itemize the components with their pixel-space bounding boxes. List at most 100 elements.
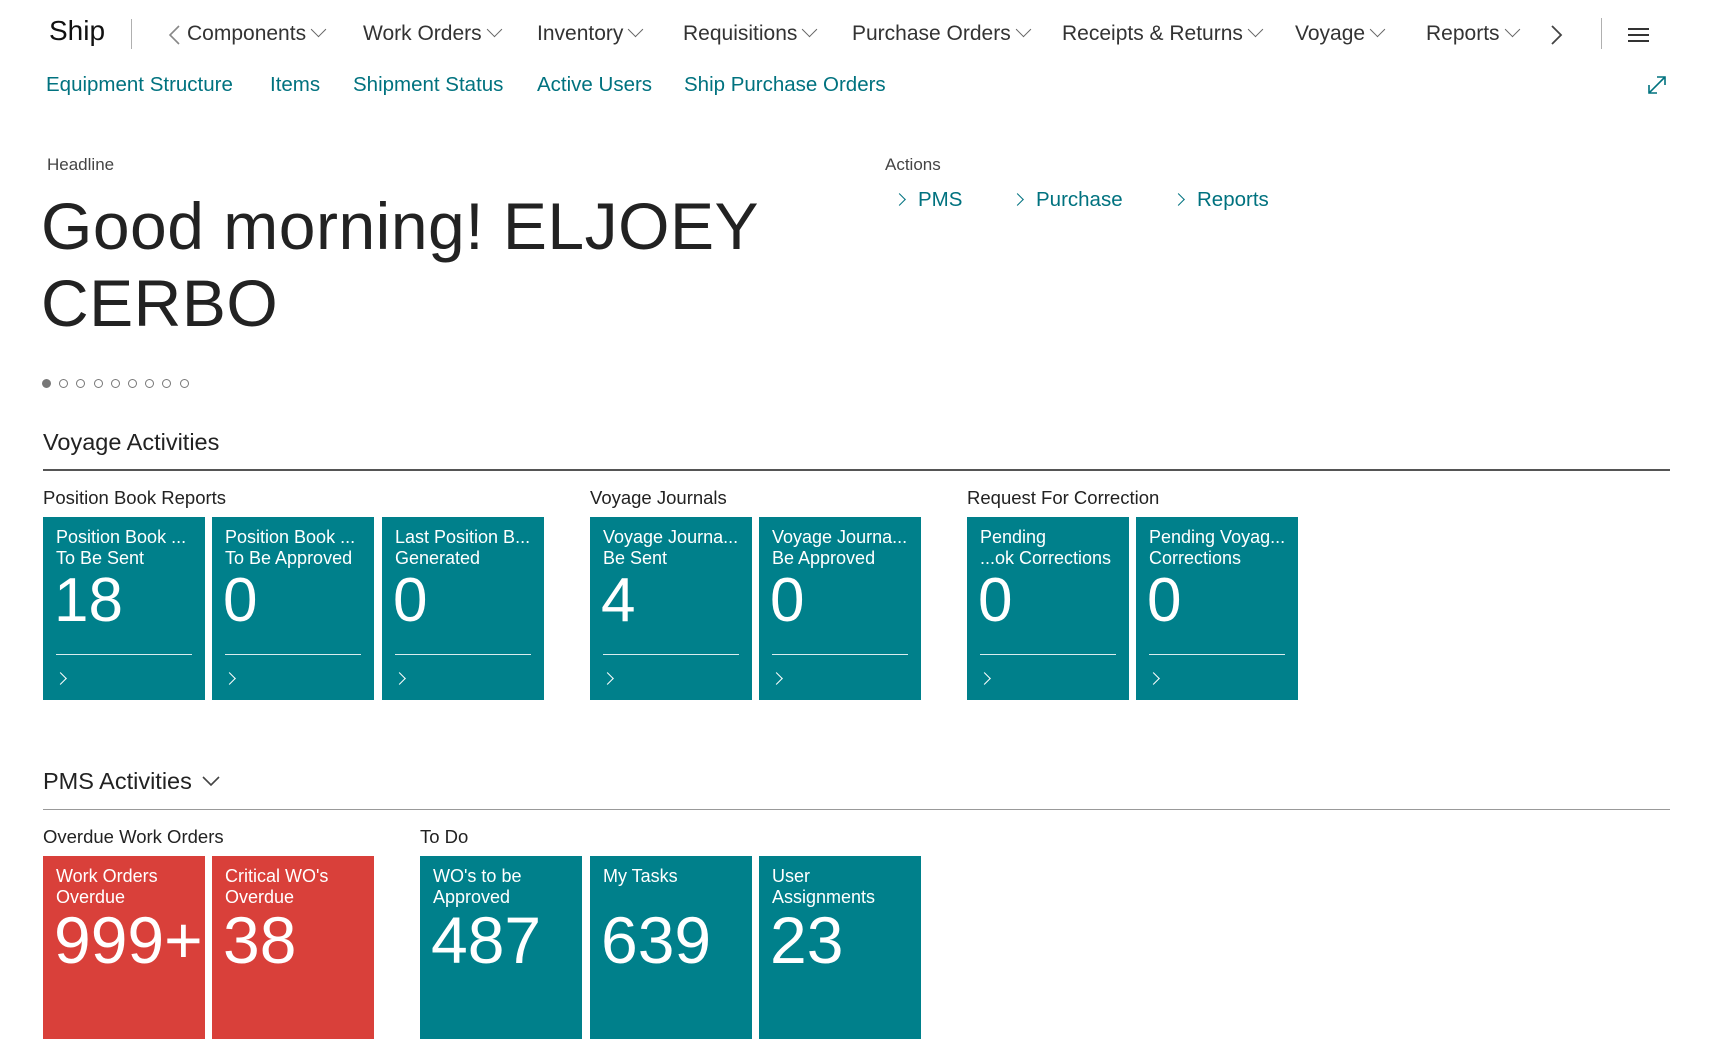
tile-label: Critical WO's Overdue [225,866,329,907]
tile-pending-position-book-corrections[interactable]: Pending ...ok Corrections 0 [967,517,1129,700]
section-divider [43,809,1670,810]
tile-value: 487 [431,903,542,977]
pager-dot[interactable] [145,379,155,388]
tile-value: 38 [223,903,297,977]
expand-icon[interactable] [1646,74,1668,96]
menu-divider [1601,18,1602,49]
actions-caption: Actions [885,155,941,174]
tile-critical-wos-overdue[interactable]: Critical WO's Overdue 38 [212,856,374,1039]
tile-voyage-journals-to-be-sent[interactable]: Voyage Journa... Be Sent 4 [590,517,752,700]
tile-value: 18 [54,566,123,635]
nav-item-voyage[interactable]: Voyage [1295,21,1386,46]
subnav-equipment-structure[interactable]: Equipment Structure [46,73,233,97]
tile-label: Pending ...ok Corrections [980,527,1112,568]
tile-label: User Assignments [772,866,876,907]
tile-work-orders-overdue[interactable]: Work Orders Overdue 999+ [43,856,205,1039]
headline-caption: Headline [47,155,115,174]
hamburger-menu-icon[interactable] [1628,28,1649,42]
pager-dot[interactable] [162,379,172,388]
tile-label: Work Orders Overdue [56,866,158,907]
subnav-active-users[interactable]: Active Users [537,73,652,97]
tile-label: Pending Voyag... Corrections [1149,527,1286,568]
tile-last-position-book-generated[interactable]: Last Position B... Generated 0 [382,517,544,700]
tile-wos-to-be-approved[interactable]: WO's to be Approved 487 [420,856,582,1039]
tile-divider [603,654,739,655]
tile-label: Voyage Journa... Be Sent [603,527,739,568]
chevron-down-icon [1504,21,1520,38]
app-title[interactable]: Ship [49,15,105,47]
nav-item-purchase-orders[interactable]: Purchase Orders [852,21,1032,46]
chevron-right-icon [1011,193,1024,206]
pager-dot[interactable] [42,379,51,388]
action-link-pms[interactable]: PMS [893,188,962,212]
tile-value: 4 [601,566,636,635]
action-link-reports[interactable]: Reports [1172,188,1269,212]
chevron-right-icon [1147,672,1160,685]
pager-dot[interactable] [76,379,86,388]
nav-item-components[interactable]: Components [187,21,327,46]
nav-item-receipts-returns[interactable]: Receipts & Returns [1062,21,1264,46]
tile-divider [56,654,192,655]
tile-value: 0 [770,566,805,635]
nav-item-reports[interactable]: Reports [1426,21,1520,46]
tile-label: Voyage Journa... Be Approved [772,527,908,568]
chevron-right-icon[interactable] [1549,24,1565,46]
tile-divider [980,654,1116,655]
chevron-right-icon [893,193,906,206]
group-title-voyage-journals: Voyage Journals [590,487,727,508]
tile-label: My Tasks [603,866,678,886]
tile-value: 0 [393,566,428,635]
group-title-position-book-reports: Position Book Reports [43,487,227,508]
subnav-ship-purchase-orders[interactable]: Ship Purchase Orders [684,73,886,97]
subnav-items[interactable]: Items [270,73,320,97]
chevron-down-icon [802,21,818,38]
tile-value: 639 [601,903,712,977]
pager-dot[interactable] [110,379,120,388]
nav-item-inventory[interactable]: Inventory [537,21,644,46]
chevron-down-icon [202,776,220,787]
tile-label: WO's to be Approved [433,866,522,907]
chevron-right-icon [978,672,991,685]
chevron-left-icon[interactable] [167,24,183,46]
pager-dot[interactable] [179,379,189,388]
chevron-right-icon [54,672,67,685]
nav-item-requisitions[interactable]: Requisitions [683,21,818,46]
tile-value: 0 [1147,566,1182,635]
tile-divider [772,654,908,655]
tile-my-tasks[interactable]: My Tasks 639 [590,856,752,1039]
action-link-purchase[interactable]: Purchase [1011,188,1123,212]
tile-user-assignments[interactable]: User Assignments 23 [759,856,921,1039]
group-title-overdue-work-orders: Overdue Work Orders [43,826,224,847]
chevron-down-icon [1247,21,1264,38]
chevron-down-icon [1015,21,1032,38]
section-title-pms-activities[interactable]: PMS Activities [43,768,221,795]
tile-label: Position Book ... To Be Approved [225,527,356,568]
tile-position-book-to-be-sent[interactable]: Position Book ... To Be Sent 18 [43,517,205,700]
tile-value: 0 [223,566,258,635]
headline-greeting: Good morning! ELJOEY CERBO [41,189,758,340]
tile-label: Last Position B... Generated [395,527,531,568]
chevron-down-icon [1369,21,1386,38]
chevron-right-icon [393,672,406,685]
top-navigation: Ship Components Work Orders Inventory Re… [0,0,1710,72]
chevron-right-icon [1172,193,1185,206]
tile-pending-voyage-corrections[interactable]: Pending Voyag... Corrections 0 [1136,517,1298,700]
pager-dot[interactable] [59,379,69,388]
group-title-request-for-correction: Request For Correction [967,487,1160,508]
subnav-shipment-status[interactable]: Shipment Status [353,73,503,97]
tile-position-book-to-be-approved[interactable]: Position Book ... To Be Approved 0 [212,517,374,700]
pager-dot[interactable] [93,379,103,388]
chevron-down-icon [486,21,502,38]
tile-label: Position Book ... To Be Sent [56,527,187,568]
tile-value: 999+ [54,903,203,977]
tile-voyage-journals-to-be-approved[interactable]: Voyage Journa... Be Approved 0 [759,517,921,700]
pager-dot[interactable] [128,379,137,388]
tile-value: 23 [770,903,844,977]
chevron-right-icon [601,672,614,685]
tile-divider [225,654,361,655]
chevron-down-icon [628,21,644,38]
nav-item-work-orders[interactable]: Work Orders [363,21,502,46]
tile-value: 0 [978,566,1013,635]
group-title-to-do: To Do [420,826,469,847]
chevron-right-icon [770,672,783,685]
